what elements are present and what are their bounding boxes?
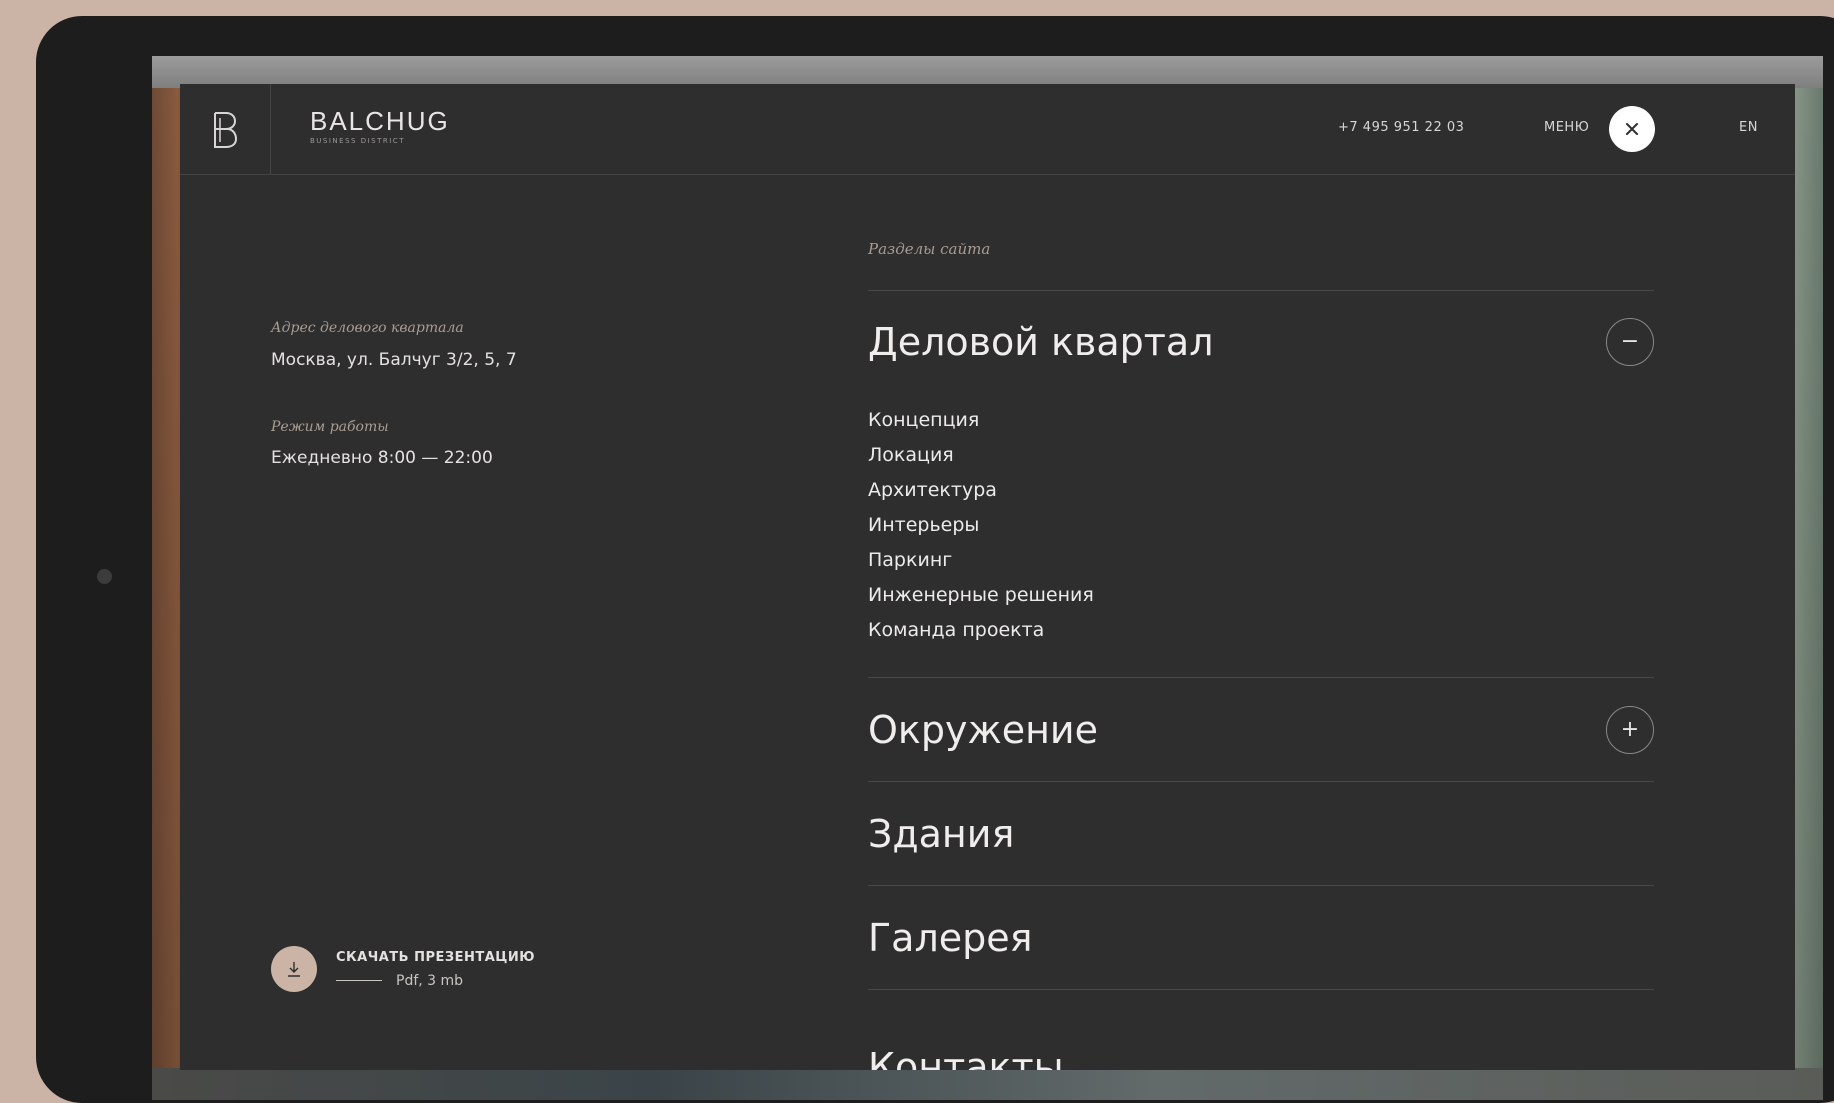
subsection-link[interactable]: Паркинг <box>868 543 1654 578</box>
address-value: Москва, ул. Балчуг 3/2, 5, 7 <box>271 350 517 370</box>
close-icon <box>1626 123 1638 135</box>
nav-section-surroundings: Окружение + <box>868 677 1654 781</box>
subsection-link[interactable]: Архитектура <box>868 473 1654 508</box>
close-menu-button[interactable] <box>1609 106 1655 152</box>
subsection-link[interactable]: Инженерные решения <box>868 578 1654 613</box>
download-title[interactable]: СКАЧАТЬ ПРЕЗЕНТАЦИЮ <box>336 950 535 965</box>
site-sections-nav: Деловой квартал − Концепция Локация Архи… <box>868 290 1654 1070</box>
tablet-frame: BALCHUG BUSINESS DISTRICT +7 495 951 22 … <box>36 16 1834 1103</box>
subsection-list: Концепция Локация Архитектура Интерьеры … <box>868 393 1654 677</box>
camera-dot <box>97 569 112 584</box>
subsection-link[interactable]: Концепция <box>868 403 1654 438</box>
menu-label[interactable]: МЕНЮ <box>1544 120 1589 135</box>
nav-section-title[interactable]: Галерея <box>868 916 1033 960</box>
download-divider <box>336 980 382 981</box>
header: BALCHUG BUSINESS DISTRICT +7 495 951 22 … <box>180 84 1795 175</box>
plus-icon: + <box>1620 716 1640 742</box>
brand-name: BALCHUG <box>310 106 450 136</box>
sections-label: Разделы сайта <box>868 240 991 258</box>
download-presentation[interactable]: СКАЧАТЬ ПРЕЗЕНТАЦИЮ Pdf, 3 mb <box>271 946 535 992</box>
menu-overlay: BALCHUG BUSINESS DISTRICT +7 495 951 22 … <box>180 84 1795 1070</box>
brand-subtitle: BUSINESS DISTRICT <box>310 137 405 145</box>
brand[interactable]: BALCHUG BUSINESS DISTRICT <box>310 106 450 145</box>
subsection-link[interactable]: Локация <box>868 438 1654 473</box>
nav-section-title[interactable]: Деловой квартал <box>868 320 1214 364</box>
screen-background: BALCHUG BUSINESS DISTRICT +7 495 951 22 … <box>152 56 1823 1100</box>
address-label: Адрес делового квартала <box>271 320 464 336</box>
logo-mark[interactable] <box>180 84 271 175</box>
download-meta: Pdf, 3 mb <box>396 972 464 989</box>
subsection-link[interactable]: Команда проекта <box>868 613 1654 648</box>
hours-value: Ежедневно 8:00 — 22:00 <box>271 448 493 468</box>
nav-section-title[interactable]: Здания <box>868 812 1014 856</box>
nav-section-contacts: Контакты <box>868 989 1654 1070</box>
expand-toggle[interactable]: + <box>1606 705 1654 754</box>
nav-section-gallery: Галерея <box>868 885 1654 989</box>
download-button[interactable] <box>271 946 317 992</box>
logo-b-icon <box>214 111 238 148</box>
collapse-toggle[interactable]: − <box>1606 318 1654 366</box>
minus-icon: − <box>1620 329 1640 354</box>
subsection-link[interactable]: Интерьеры <box>868 508 1654 543</box>
hours-label: Режим работы <box>271 419 389 435</box>
language-switch[interactable]: EN <box>1739 120 1758 135</box>
nav-section-title[interactable]: Контакты <box>868 1045 1064 1070</box>
nav-section-title[interactable]: Окружение <box>868 708 1098 752</box>
nav-section-business-quarter: Деловой квартал − Концепция Локация Архи… <box>868 290 1654 677</box>
download-icon <box>288 962 300 977</box>
nav-section-buildings: Здания <box>868 781 1654 885</box>
phone-link[interactable]: +7 495 951 22 03 <box>1338 120 1464 135</box>
